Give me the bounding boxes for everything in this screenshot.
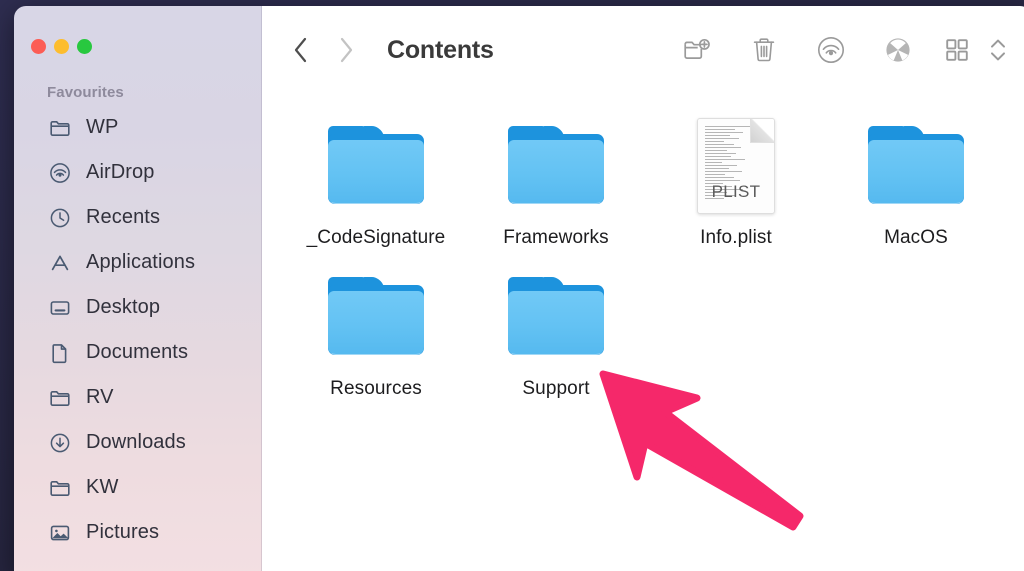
sidebar-item-label: KW [86,476,119,498]
sidebar-section-header: Favourites [47,84,124,101]
file-grid: _CodeSignature Frameworks PLIST Info.pli… [262,94,1024,571]
airdrop-icon[interactable] [815,34,847,66]
sidebar-item-label: Downloads [86,431,186,453]
view-options-group [941,34,1014,66]
sidebar-item-recents[interactable]: Recents [14,195,261,240]
sidebar-item-kw[interactable]: KW [14,465,261,510]
sidebar-item-label: AirDrop [86,161,155,183]
folder-icon [328,267,424,363]
folder-icon [48,386,71,409]
file-item-support[interactable]: Support [466,255,646,400]
toolbar-actions [681,34,1014,66]
sidebar-item-wp[interactable]: WP [14,105,261,150]
file-item-label: _CodeSignature [306,227,446,248]
clock-icon [48,206,71,229]
new-folder-icon[interactable] [681,34,713,66]
burn-disc-icon[interactable] [882,34,914,66]
navigation-buttons [286,33,360,67]
sidebar-item-label: Pictures [86,521,160,543]
sidebar-item-downloads[interactable]: Downloads [14,420,261,465]
sidebar-item-pictures[interactable]: Pictures [14,510,261,555]
finder-window: Favourites WP AirDrop Recents Applicatio… [14,6,1024,571]
applications-icon [48,251,71,274]
file-item-label: MacOS [884,227,948,248]
file-grid-row: _CodeSignature Frameworks PLIST Info.pli… [286,104,1024,249]
folder-icon [48,476,71,499]
sort-chevrons-icon[interactable] [982,34,1014,66]
window-controls [14,6,261,54]
main-pane: Contents _CodeSignature Frameworks PLIST… [262,6,1024,571]
sidebar-item-label: Desktop [86,296,161,318]
folder-icon [868,116,964,212]
sidebar-item-applications[interactable]: Applications [14,240,261,285]
pictures-icon [48,521,71,544]
sidebar-item-label: Applications [86,251,196,273]
plist-badge: PLIST [711,182,761,201]
sidebar-list: WP AirDrop Recents Applications Desktop … [14,105,261,555]
sidebar: Favourites WP AirDrop Recents Applicatio… [14,6,262,571]
airdrop-icon [48,161,71,184]
sidebar-item-airdrop[interactable]: AirDrop [14,150,261,195]
forward-button[interactable] [332,33,360,67]
minimize-button[interactable] [54,39,69,54]
sidebar-item-documents[interactable]: Documents [14,330,261,375]
close-button[interactable] [31,39,46,54]
folder-icon [328,116,424,212]
trash-icon[interactable] [748,34,780,66]
file-grid-row: Resources Support [286,255,1024,400]
file-item-resources[interactable]: Resources [286,255,466,400]
desktop-background: Favourites WP AirDrop Recents Applicatio… [0,0,1024,571]
file-item-label: Frameworks [503,227,609,248]
sidebar-item-rv[interactable]: RV [14,375,261,420]
folder-icon [48,116,71,139]
file-item-macos[interactable]: MacOS [826,104,1006,249]
file-item-label: Support [522,378,590,399]
grid-view-icon[interactable] [941,34,973,66]
file-item-codesignature[interactable]: _CodeSignature [286,104,466,249]
sidebar-item-label: RV [86,386,114,408]
file-item-label: Info.plist [700,227,772,248]
plist-document-icon: PLIST [688,116,784,214]
file-item-frameworks[interactable]: Frameworks [466,104,646,249]
page-title: Contents [387,35,494,64]
sidebar-item-desktop[interactable]: Desktop [14,285,261,330]
file-item-info-plist[interactable]: PLIST Info.plist [646,104,826,249]
sidebar-item-label: Documents [86,341,189,363]
back-button[interactable] [286,33,314,67]
desktop-icon [48,296,71,319]
maximize-button[interactable] [77,39,92,54]
folder-icon [508,267,604,363]
folder-icon [508,116,604,212]
document-icon [48,341,71,364]
sidebar-item-label: WP [86,116,119,138]
file-item-label: Resources [330,378,422,399]
sidebar-item-label: Recents [86,206,161,228]
toolbar: Contents [262,6,1024,94]
download-icon [48,431,71,454]
